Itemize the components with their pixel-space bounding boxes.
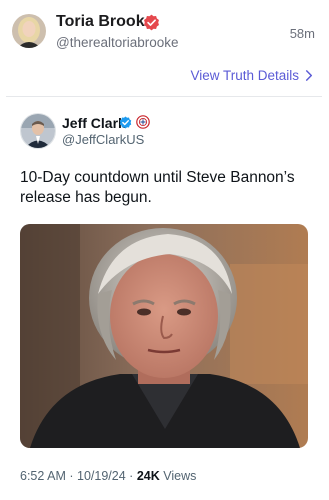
twitter-verified-icon <box>119 116 132 129</box>
tweet-views-label: Views <box>163 469 197 483</box>
author-avatar[interactable] <box>12 14 46 48</box>
tweet-author-name[interactable]: Jeff Clark <box>62 115 126 131</box>
verified-badge-icon <box>143 14 160 31</box>
tweet-photo[interactable] <box>20 224 308 448</box>
tweet-meta: 6:52 AM · 10/19/24 · 24K Views <box>20 469 196 483</box>
tweet-author-avatar[interactable] <box>20 113 56 149</box>
view-truth-details-link[interactable]: View Truth Details <box>190 68 313 83</box>
tweet-views-count: 24K <box>136 469 160 483</box>
tweet-date: 10/19/24 <box>77 469 126 483</box>
affiliation-seal-icon <box>136 115 150 129</box>
meta-separator: · <box>129 469 134 483</box>
tweet-time: 6:52 AM <box>20 469 66 483</box>
author-handle[interactable]: @therealtoriabrooke <box>56 35 179 50</box>
tweet-author-handle[interactable]: @JeffClarkUS <box>62 132 144 147</box>
post-timestamp: 58m <box>289 26 315 41</box>
chevron-right-icon <box>305 70 313 81</box>
meta-separator: · <box>69 469 74 483</box>
tweet-text: 10-Day countdown until Steve Bannon’s re… <box>20 169 295 206</box>
view-truth-details-label: View Truth Details <box>190 68 299 83</box>
author-name[interactable]: Toria Brooke <box>56 13 154 31</box>
